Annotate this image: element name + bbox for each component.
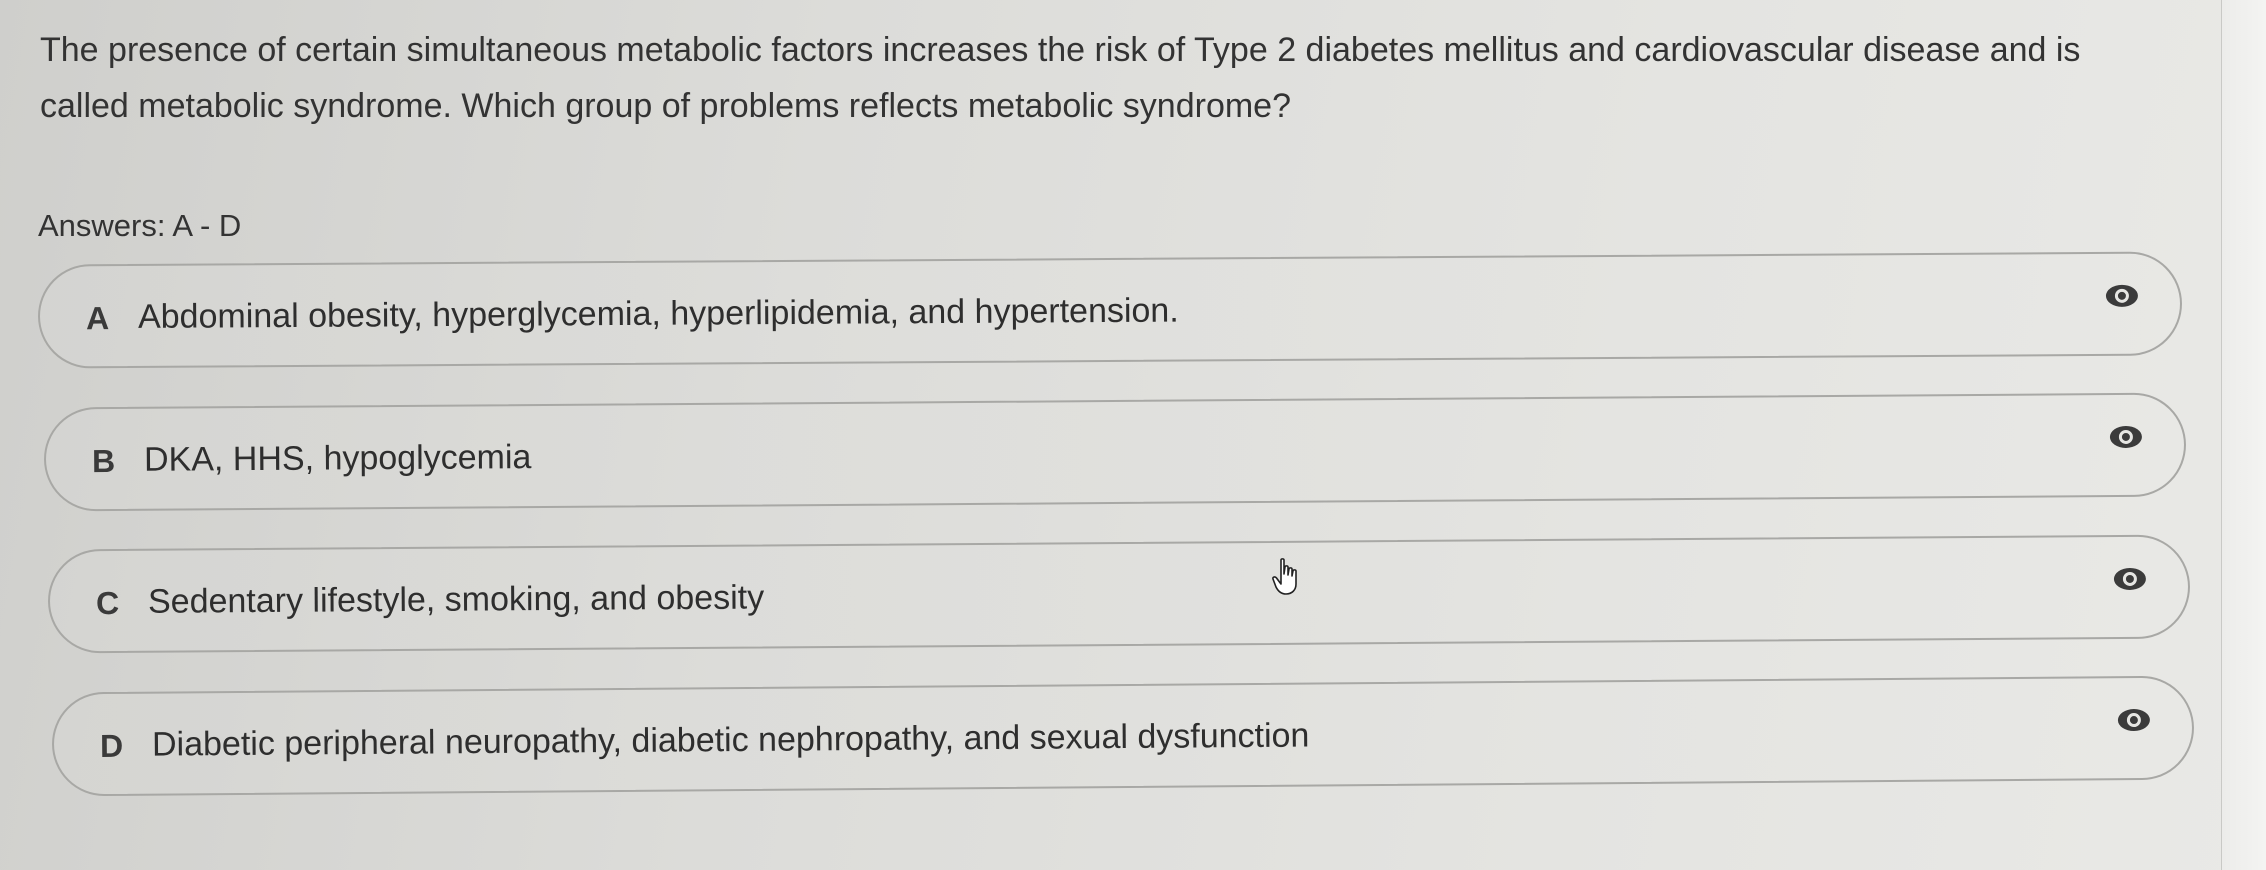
- option-text: DKA, HHS, hypoglycemia: [143, 438, 532, 479]
- eye-icon[interactable]: [2116, 706, 2152, 734]
- answers-range-label: Answers: A - D: [38, 208, 242, 243]
- option-letter: C: [95, 584, 120, 622]
- eye-icon[interactable]: [2112, 565, 2148, 593]
- option-b[interactable]: B DKA, HHS, hypoglycemia: [43, 392, 2187, 512]
- option-text: Diabetic peripheral neuropathy, diabetic…: [151, 716, 1310, 764]
- eye-icon[interactable]: [2104, 282, 2140, 310]
- option-letter: B: [91, 442, 116, 480]
- eye-icon[interactable]: [2108, 423, 2144, 451]
- option-letter: D: [99, 727, 124, 765]
- option-d[interactable]: D Diabetic peripheral neuropathy, diabet…: [51, 675, 2195, 797]
- question-text: The presence of certain simultaneous met…: [40, 31, 2081, 125]
- option-text: Sedentary lifestyle, smoking, and obesit…: [147, 578, 765, 621]
- option-letter: A: [85, 300, 110, 337]
- screen-right-edge: [2221, 0, 2266, 870]
- photo-background: The presence of certain simultaneous met…: [0, 0, 2266, 870]
- hand-pointer-icon: [1272, 558, 1297, 595]
- option-text: Abdominal obesity, hyperglycemia, hyperl…: [137, 291, 1179, 336]
- option-a[interactable]: A Abdominal obesity, hyperglycemia, hype…: [37, 251, 2183, 369]
- option-c[interactable]: C Sedentary lifestyle, smoking, and obes…: [47, 534, 2191, 654]
